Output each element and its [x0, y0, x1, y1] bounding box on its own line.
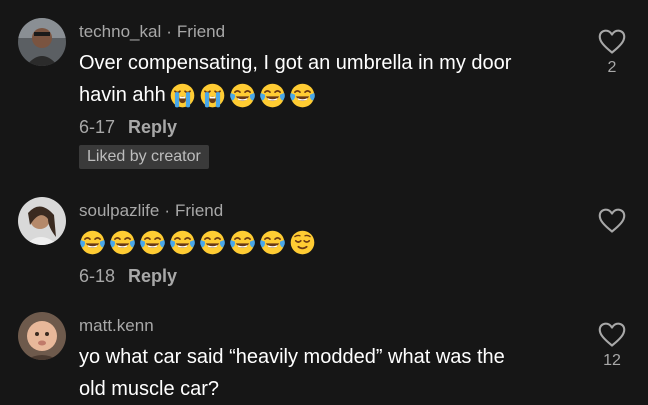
loudly-crying-face-icon — [169, 82, 196, 109]
comment-text-fragment: havin ahh — [79, 84, 166, 106]
username[interactable]: techno_kal — [79, 22, 161, 41]
comment-text-line-2: old muscle car? — [79, 378, 220, 400]
like-button[interactable] — [596, 207, 628, 235]
comments-panel: { "comments": [ { "username": "techno_ka… — [0, 0, 648, 405]
face-with-tears-of-joy-icon — [139, 229, 166, 256]
comment-meta: soulpazlife · Friend — [79, 201, 223, 221]
relation-label: Friend — [175, 201, 224, 220]
separator-dot: · — [166, 22, 172, 41]
comment-text: yo what car said “heavily modded” what w… — [79, 341, 579, 405]
relieved-face-icon — [289, 229, 316, 256]
comment-meta: matt.kenn — [79, 316, 154, 336]
like-button[interactable]: 2 — [596, 28, 628, 77]
comment-date: 6-17 — [79, 117, 116, 137]
avatar[interactable] — [18, 197, 66, 245]
comment-actions: 6-17 Reply — [79, 117, 177, 137]
comment-text: Over compensating, I got an umbrella in … — [79, 47, 579, 111]
relation-label: Friend — [176, 22, 226, 41]
heart-outline-icon — [598, 28, 626, 56]
heart-outline-icon — [598, 207, 626, 235]
comment-text-line: Over compensating, I got an umbrella in … — [79, 52, 512, 74]
face-with-tears-of-joy-icon — [169, 229, 196, 256]
comment-date: 6-18 — [79, 266, 116, 286]
like-count: 2 — [607, 59, 617, 76]
face-with-tears-of-joy-icon — [199, 229, 226, 256]
face-with-tears-of-joy-icon — [259, 82, 286, 109]
reply-button[interactable]: Reply — [128, 117, 177, 137]
username[interactable]: soulpazlife — [79, 201, 159, 220]
heart-outline-icon — [598, 321, 626, 349]
reply-button[interactable]: Reply — [128, 266, 177, 286]
face-with-tears-of-joy-icon — [259, 229, 286, 256]
like-count: 12 — [603, 352, 621, 369]
face-with-tears-of-joy-icon — [289, 82, 316, 109]
loudly-crying-face-icon — [199, 82, 226, 109]
comment-text-line-2: havin ahh — [79, 79, 579, 111]
comment-text-line: yo what car said “heavily modded” what w… — [79, 346, 505, 368]
like-button[interactable]: 12 — [596, 321, 628, 370]
face-with-tears-of-joy-icon — [229, 82, 256, 109]
comment-actions: 6-18 Reply — [79, 266, 177, 286]
separator-dot: · — [164, 201, 170, 220]
emoji-row — [169, 82, 316, 109]
avatar[interactable] — [18, 312, 66, 360]
liked-by-creator-badge: Liked by creator — [79, 145, 209, 169]
face-with-tears-of-joy-icon — [229, 229, 256, 256]
face-with-tears-of-joy-icon — [109, 229, 136, 256]
username[interactable]: matt.kenn — [79, 316, 154, 335]
emoji-row — [79, 229, 316, 256]
comment-text — [79, 226, 579, 258]
face-with-tears-of-joy-icon — [79, 229, 106, 256]
comment-meta: techno_kal · Friend — [79, 22, 225, 42]
avatar[interactable] — [18, 18, 66, 66]
